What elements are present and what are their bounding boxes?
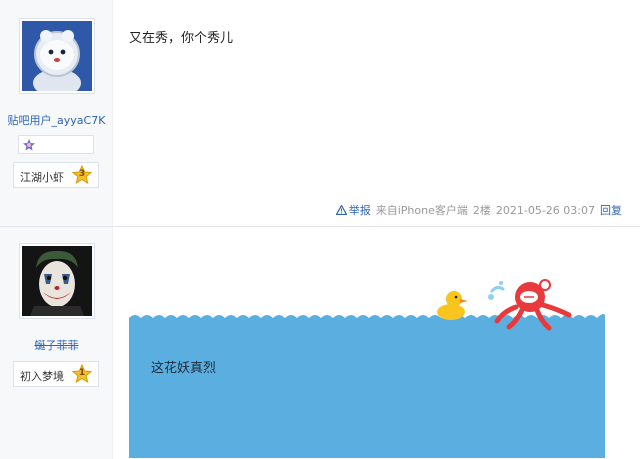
- floor-number: 2楼: [472, 204, 491, 217]
- level-name: 江湖小虾: [20, 171, 64, 184]
- joker-avatar-icon: [22, 246, 92, 316]
- user-level-badge[interactable]: 初入梦境 1: [13, 361, 99, 387]
- post-floor-2: 贴吧用户_ayyaC7K 江湖小虾 3 又在秀，你个秀儿 举报 来自iPhone客…: [0, 0, 640, 226]
- username-link[interactable]: 蜒子菲菲: [0, 337, 113, 353]
- post-tail: 举报 来自iPhone客户端 2楼 2021-05-26 03:07 回复: [331, 202, 622, 218]
- level-number: 1: [78, 368, 86, 378]
- post-content: 又在秀，你个秀儿 举报 来自iPhone客户端 2楼 2021-05-26 03:07…: [113, 0, 640, 226]
- post-content: 这花妖真烈: [113, 227, 640, 459]
- warning-icon: [335, 205, 347, 215]
- report-link[interactable]: 举报: [335, 204, 371, 217]
- post-floor-3: 蜒子菲菲 初入梦境 1 这花妖真烈: [0, 227, 640, 459]
- member-badge-icon: [23, 139, 35, 151]
- user-level-badge[interactable]: 江湖小虾 3: [13, 162, 99, 188]
- report-label: 举报: [348, 204, 371, 217]
- avatar[interactable]: [19, 243, 95, 319]
- client-source[interactable]: 来自iPhone客户端: [376, 204, 468, 217]
- bear-astronaut-avatar-icon: [22, 21, 92, 91]
- author-sidebar: 蜒子菲菲 初入梦境 1: [0, 227, 113, 459]
- post-image[interactable]: 这花妖真烈: [129, 255, 605, 458]
- post-text: 又在秀，你个秀儿: [129, 31, 234, 46]
- image-caption: 这花妖真烈: [151, 361, 217, 376]
- avatar[interactable]: [19, 18, 95, 94]
- author-sidebar: 贴吧用户_ayyaC7K 江湖小虾 3: [0, 0, 113, 226]
- username-link[interactable]: 贴吧用户_ayyaC7K: [0, 112, 113, 128]
- post-time: 2021-05-26 03:07: [495, 204, 595, 217]
- level-name: 初入梦境: [20, 370, 64, 383]
- reply-link[interactable]: 回复: [600, 204, 622, 217]
- level-number: 3: [78, 169, 86, 179]
- badge-box[interactable]: [18, 135, 94, 154]
